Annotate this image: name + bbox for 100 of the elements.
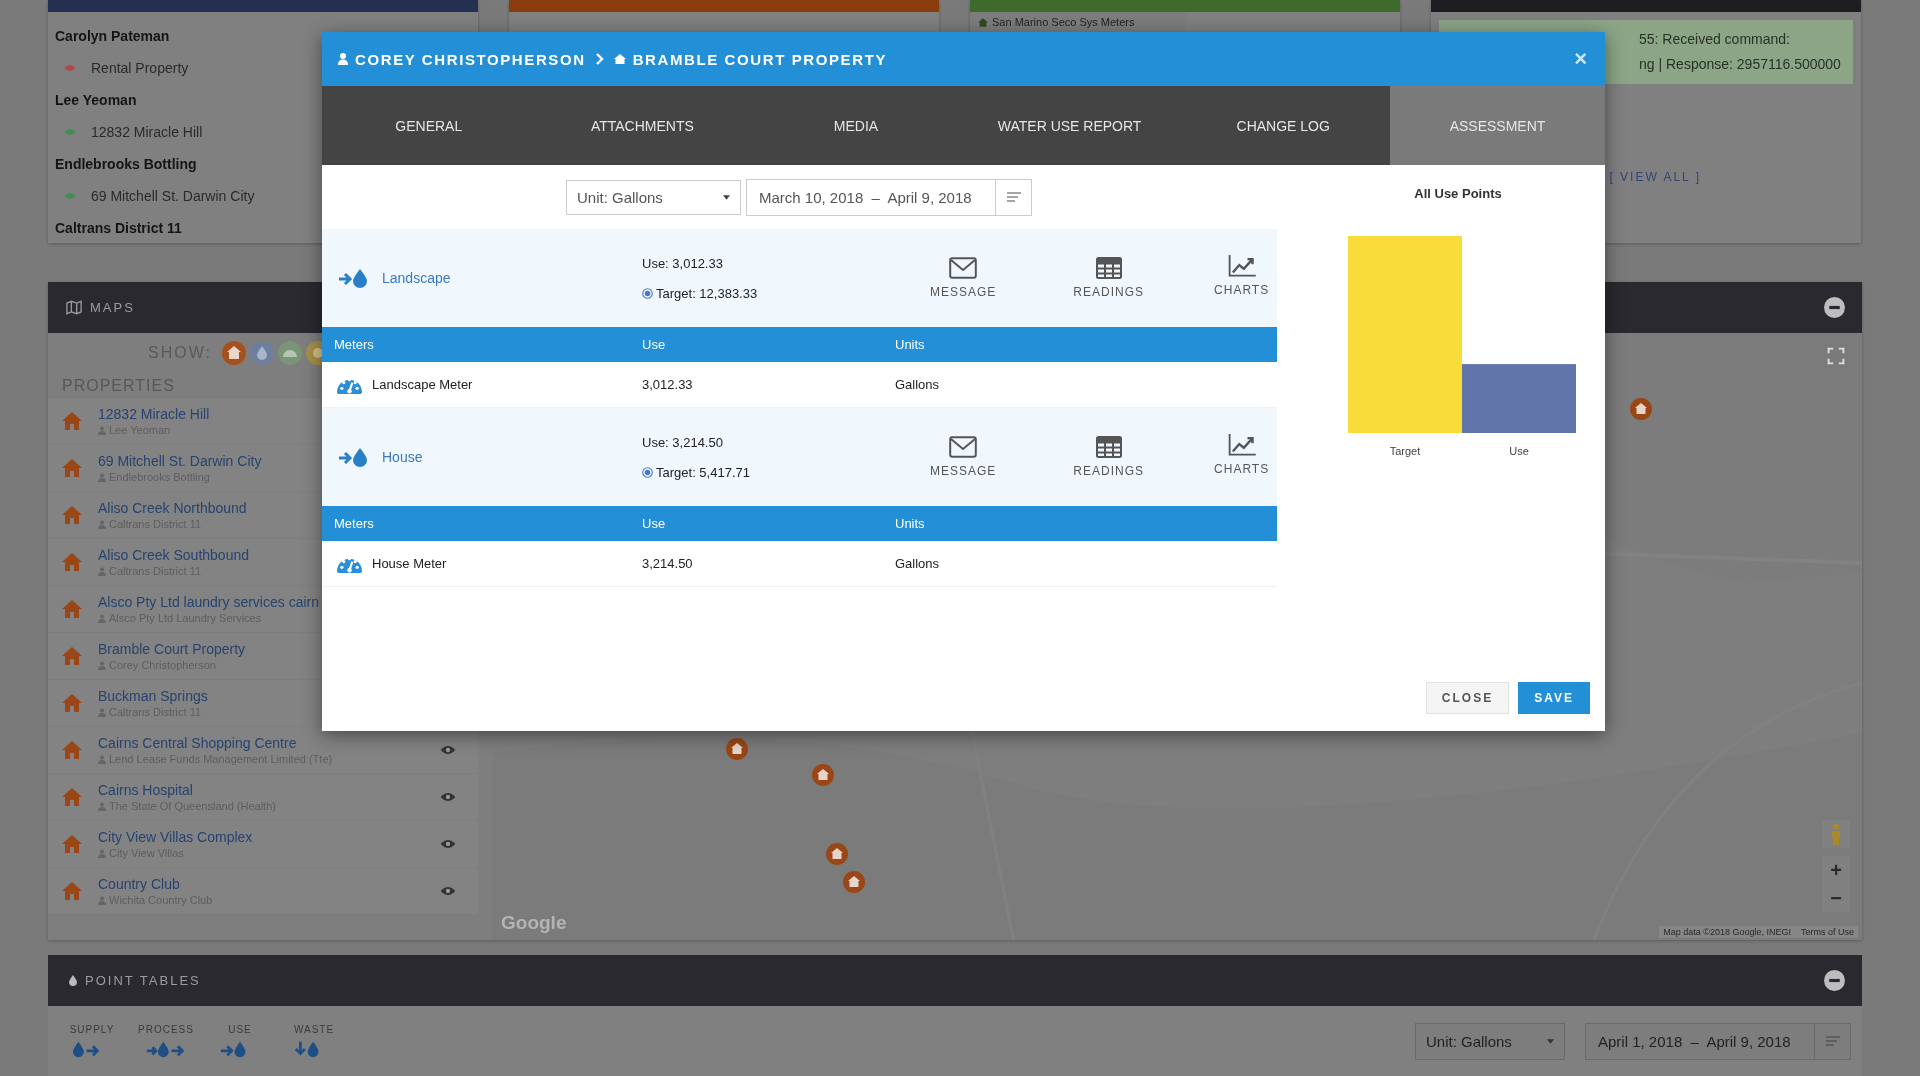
chevron-icon <box>595 53 604 65</box>
zoom-out-button[interactable]: − <box>1822 884 1850 912</box>
owner-name: Lee Yeoman <box>55 91 138 110</box>
column-header: Meters <box>333 516 375 531</box>
target-value: Target: 12,383.33 <box>656 285 758 301</box>
message-button[interactable]: MESSAGE <box>924 253 1003 303</box>
house-icon <box>62 553 82 571</box>
eye-icon[interactable] <box>440 792 456 802</box>
point-type-label: PROCESS <box>138 1023 194 1035</box>
notification-text: 55: Received command: <box>1639 31 1790 48</box>
property-name[interactable]: Aliso Creek Southbound <box>98 547 249 563</box>
house-icon <box>62 788 82 806</box>
date-range-field[interactable]: March 10, 2018 – April 9, 2018 <box>746 178 1032 216</box>
map-pin[interactable] <box>812 764 834 786</box>
property-name[interactable]: 12832 Miracle Hill <box>91 116 203 148</box>
drop-filter-icon[interactable] <box>249 341 274 365</box>
property-name[interactable]: 69 Mitchell St. Darwin City <box>91 180 255 212</box>
map-logo: Google <box>501 912 567 934</box>
property-name[interactable]: Cairns Central Shopping Centre <box>98 735 333 751</box>
owner-name: Endlebrooks Bottling <box>55 155 198 174</box>
map-pin[interactable] <box>826 843 848 865</box>
property-name[interactable]: Aliso Creek Northbound <box>98 500 247 516</box>
axis-label: Use <box>1508 445 1530 457</box>
charts-button[interactable]: CHARTS <box>1208 430 1276 480</box>
house-icon <box>62 882 82 900</box>
column-header: Units <box>895 337 925 352</box>
readings-button[interactable]: READINGS <box>1067 432 1151 482</box>
panel-title: POINT TABLES <box>85 973 201 988</box>
owner-name: Carolyn Pateman <box>55 27 171 46</box>
house-icon <box>978 17 988 27</box>
user-icon <box>98 566 106 576</box>
line-chart-icon <box>1227 255 1256 277</box>
terms-link[interactable]: Terms of Use <box>1801 927 1854 937</box>
message-button[interactable]: MESSAGE <box>924 432 1003 482</box>
close-button[interactable]: CLOSE <box>1425 682 1510 714</box>
property-name[interactable]: Buckman Springs <box>98 688 208 704</box>
comparison-item[interactable]: San Marino Seco Sys Meters <box>992 16 1135 28</box>
user-icon <box>98 707 106 717</box>
owner-name: Caltrans District 11 <box>55 219 183 238</box>
arrow-drop-icon <box>338 267 370 289</box>
zoom-in-button[interactable]: + <box>1822 856 1850 884</box>
panel-title: MAPS <box>90 300 135 315</box>
point-type-label: USE <box>228 1023 252 1035</box>
map-pin[interactable] <box>1630 398 1652 420</box>
property-name[interactable]: 12832 Miracle Hill <box>98 406 210 422</box>
map-attribution: Map data ©2018 Google, INEGI <box>1663 927 1791 937</box>
caret-icon <box>1547 1038 1554 1044</box>
use-point-link[interactable]: House <box>382 449 423 465</box>
eye-icon[interactable] <box>440 839 456 849</box>
eye-icon[interactable] <box>440 745 456 755</box>
column-header: Units <box>895 516 925 531</box>
dialog-title: BRAMBLE COURT PROPERTY <box>632 50 888 68</box>
point-type-label: SUPPLY <box>69 1023 115 1035</box>
line-chart-icon <box>1227 434 1256 456</box>
property-name[interactable]: Country Club <box>98 876 213 892</box>
user-icon <box>98 425 106 435</box>
eye-icon[interactable] <box>440 886 456 896</box>
user-icon <box>338 53 348 65</box>
close-button[interactable]: × <box>1570 48 1591 70</box>
map-pin[interactable] <box>843 871 865 893</box>
house-icon <box>62 506 82 524</box>
table-cell: Gallons <box>895 556 940 571</box>
property-name[interactable]: Alsco Pty Ltd laundry services cairn <box>98 594 319 610</box>
map-icon <box>66 300 82 315</box>
house-icon <box>613 54 626 64</box>
property-name[interactable]: Cairns Hospital <box>98 782 276 798</box>
arrow-drop-icon <box>338 446 370 468</box>
save-button[interactable]: SAVE <box>1518 682 1590 714</box>
column-header: Use <box>642 516 667 531</box>
table-cell-text: 3,214.50 <box>642 556 694 571</box>
property-name[interactable]: City View Villas Complex <box>98 829 253 845</box>
use-point-link[interactable]: Landscape <box>382 270 451 286</box>
table-icon <box>1094 257 1123 279</box>
collapse-icon[interactable] <box>1824 297 1845 318</box>
property-name[interactable]: Rental Property <box>91 52 189 84</box>
user-icon <box>98 519 106 529</box>
date-range-field[interactable]: April 1, 2018 – April 9, 2018 <box>1585 1022 1851 1060</box>
readings-button[interactable]: READINGS <box>1067 253 1151 303</box>
drop-icon <box>69 975 77 986</box>
unit-select[interactable]: Unit: Gallons <box>566 179 741 215</box>
user-icon <box>98 848 106 858</box>
unit-select[interactable]: Unit: Gallons <box>1415 1022 1565 1060</box>
target-value: Target: 5,417.71 <box>656 464 750 480</box>
column-header: Meters <box>333 337 375 352</box>
view-all-link[interactable]: [ VIEW ALL ] <box>1609 170 1701 184</box>
chart-title: All Use Points <box>1413 186 1503 201</box>
envelope-icon <box>949 257 978 279</box>
house-icon <box>62 647 82 665</box>
house-filter-icon[interactable] <box>221 341 246 365</box>
collapse-icon[interactable] <box>1824 970 1845 991</box>
charts-button[interactable]: CHARTS <box>1208 251 1276 301</box>
property-name[interactable]: Bramble Court Property <box>98 641 246 657</box>
gauge-filter-icon[interactable] <box>277 341 302 365</box>
tab[interactable]: ASSESSMENT <box>1390 86 1605 165</box>
user-icon <box>98 660 106 670</box>
map-pin[interactable] <box>726 738 748 760</box>
lines-icon[interactable] <box>1006 192 1021 202</box>
property-name[interactable]: 69 Mitchell St. Darwin City <box>98 453 262 469</box>
house-icon <box>62 600 82 618</box>
meter-name: Landscape Meter <box>372 377 473 392</box>
